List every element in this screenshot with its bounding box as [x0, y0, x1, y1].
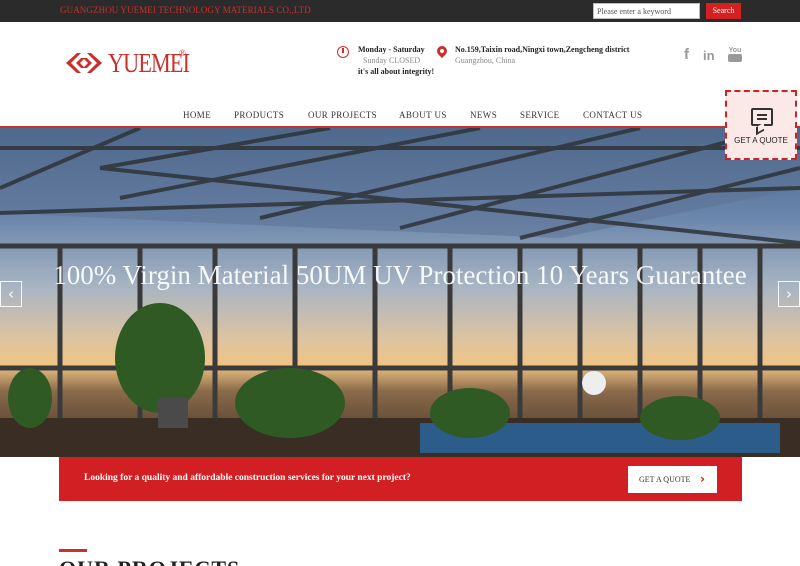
location-pin-icon	[434, 43, 450, 59]
address-line1: No.159,Taixin road,Ningxi town,Zengcheng…	[455, 45, 630, 54]
address-line2: Guangzhou, China	[455, 56, 515, 65]
get-a-quote-button-label: GET A QUOTE	[639, 475, 691, 484]
search-input[interactable]	[593, 3, 700, 19]
facebook-icon[interactable]: f	[684, 46, 689, 63]
get-a-quote-tab[interactable]: GET A QUOTE	[725, 90, 797, 160]
get-a-quote-button[interactable]: GET A QUOTE ›	[628, 466, 717, 493]
hero-slider: 100% Virgin Material 50UM UV Protection …	[0, 128, 800, 457]
search-button[interactable]: Search	[706, 3, 741, 19]
youtube-icon[interactable]: You	[728, 47, 742, 62]
hours-closed: Sunday CLOSED	[363, 56, 421, 65]
company-name: GUANGZHOU YUEMEI TECHNOLOGY MATERIALS CO…	[60, 5, 311, 15]
chevron-right-icon: ›	[700, 472, 705, 486]
cta-banner: Looking for a quality and affordable con…	[59, 457, 742, 501]
top-bar: GUANGZHOU YUEMEI TECHNOLOGY MATERIALS CO…	[0, 0, 800, 22]
registered-mark: ®	[179, 48, 186, 58]
logo[interactable]: YUEMEI ®	[64, 48, 207, 78]
clock-icon	[337, 46, 349, 58]
cta-text: Looking for a quality and affordable con…	[84, 473, 411, 483]
nav-item-contact-us[interactable]: CONTACT US	[583, 110, 642, 120]
hero-headline: 100% Virgin Material 50UM UV Protection …	[53, 260, 747, 290]
hero-image	[0, 128, 800, 457]
section-title: OUR PROJECTS	[59, 556, 240, 566]
hours-days: Monday - Saturday	[358, 45, 425, 54]
nav-item-our-projects[interactable]: OUR PROJECTS	[308, 110, 377, 120]
youtube-icon-box	[728, 54, 742, 62]
main-nav: HOME PRODUCTS OUR PROJECTS ABOUT US NEWS…	[0, 110, 800, 122]
nav-item-service[interactable]: SERVICE	[520, 110, 560, 120]
nav-item-news[interactable]: NEWS	[470, 110, 497, 120]
logo-text: YUEMEI	[108, 47, 190, 78]
youtube-icon-label: You	[728, 47, 742, 54]
get-a-quote-tab-label: GET A QUOTE	[734, 136, 788, 145]
slider-prev-button[interactable]: ‹	[0, 281, 22, 307]
nav-item-products[interactable]: PRODUCTS	[234, 110, 284, 120]
slider-next-button[interactable]: ›	[778, 281, 800, 307]
chat-icon	[751, 108, 773, 126]
nav-item-about-us[interactable]: ABOUT US	[399, 110, 447, 120]
logo-mark-icon	[66, 53, 102, 73]
section-accent-bar	[59, 549, 87, 552]
linkedin-icon[interactable]: in	[703, 48, 715, 64]
nav-item-home[interactable]: HOME	[183, 110, 211, 120]
motto: it's all about integrity!	[358, 67, 435, 76]
